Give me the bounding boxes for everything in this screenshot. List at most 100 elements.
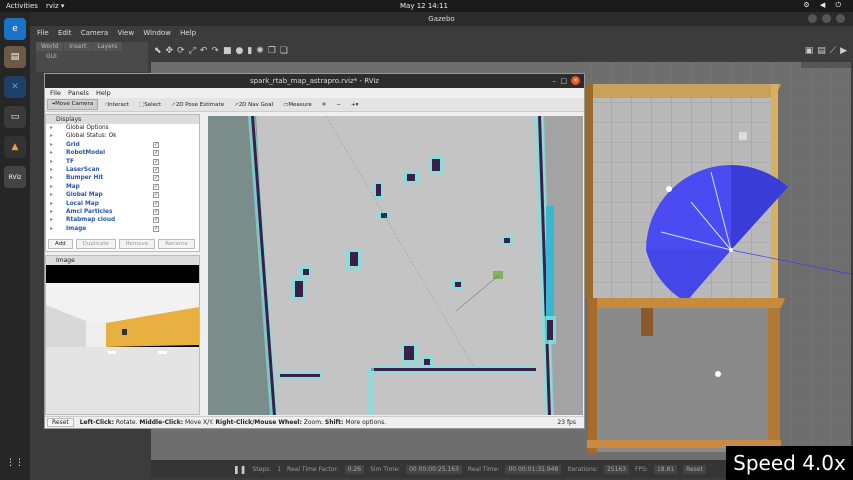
gazebo-title: Gazebo xyxy=(428,15,455,23)
add-tool-icon[interactable]: +▾ xyxy=(347,101,362,109)
gazebo-icon[interactable]: ▲ xyxy=(4,136,26,158)
rviz-toolbar: ⌖Move Camera ☝Interact ⬚Select ➚2D Pose … xyxy=(45,98,584,112)
display-item-tf[interactable]: ▸ TF ✓ xyxy=(46,158,199,166)
tab-insert[interactable]: Insert xyxy=(64,42,92,51)
redo-icon[interactable]: ↷ xyxy=(211,46,219,56)
display-item-global-options[interactable]: ▸ Global Options xyxy=(46,124,199,132)
nav-goal-tool[interactable]: ➚2D Nav Goal xyxy=(230,101,277,109)
interact-tool[interactable]: ☝Interact xyxy=(100,101,133,109)
add-button[interactable]: Add xyxy=(48,239,73,249)
activities-button[interactable]: Activities xyxy=(6,2,38,10)
tab-world[interactable]: World xyxy=(36,42,64,51)
steps-label: Steps: xyxy=(252,465,272,473)
copy-icon[interactable]: ❐ xyxy=(268,46,276,56)
vscode-icon[interactable]: ✕ xyxy=(4,76,26,98)
browser-icon[interactable]: e xyxy=(4,18,26,40)
reset-time-button[interactable]: Reset xyxy=(683,464,706,474)
minimize-icon[interactable]: – xyxy=(553,74,557,88)
wall-middle xyxy=(593,298,785,308)
display-checkbox[interactable]: ✓ xyxy=(153,141,159,148)
system-top-bar: Activities rviz ▾ May 12 14:11 ⚙ ◀ ⏻ xyxy=(0,0,853,12)
display-checkbox[interactable]: ✓ xyxy=(153,225,159,232)
display-item-global-status[interactable]: ▸ Global Status: Ok xyxy=(46,132,199,140)
rotate-tool-icon[interactable]: ⟳ xyxy=(177,46,185,56)
maximize-icon[interactable] xyxy=(822,14,831,23)
reset-button[interactable]: Reset xyxy=(47,418,74,427)
display-checkbox[interactable]: ✓ xyxy=(153,166,159,173)
undo-icon[interactable]: ↶ xyxy=(200,46,208,56)
menu-window[interactable]: Window xyxy=(143,26,171,40)
plot-icon[interactable]: ⟋ xyxy=(830,46,836,56)
display-item-bumper-hit[interactable]: ▸ Bumper Hit ✓ xyxy=(46,174,199,182)
menu-help[interactable]: Help xyxy=(96,89,111,97)
gazebo-toolbar: ⬉ ✥ ⟳ ⤢ ↶ ↷ ■ ● ▮ ✺ ❐ ❏ ▣ ▤ ⟋ ▶ xyxy=(150,42,853,60)
show-apps-icon[interactable]: ⋮⋮ xyxy=(4,452,26,474)
display-checkbox[interactable]: ✓ xyxy=(153,150,159,157)
display-item-global-map[interactable]: ▸ Global Map ✓ xyxy=(46,191,199,199)
menu-camera[interactable]: Camera xyxy=(81,26,108,40)
display-checkbox[interactable]: ✓ xyxy=(153,200,159,207)
terminal-icon[interactable]: ▭ xyxy=(4,106,26,128)
record-icon[interactable]: ▤ xyxy=(817,46,826,56)
scale-tool-icon[interactable]: ⤢ xyxy=(189,46,196,56)
display-checkbox[interactable]: ✓ xyxy=(153,183,159,190)
paste-icon[interactable]: ❏ xyxy=(280,46,288,56)
iterations-value: 25163 xyxy=(603,464,630,474)
display-checkbox[interactable]: ✓ xyxy=(153,217,159,224)
tab-layers[interactable]: Layers xyxy=(92,42,123,51)
display-checkbox[interactable]: ✓ xyxy=(153,192,159,199)
display-item-robotmodel[interactable]: ▸ RobotModel ✓ xyxy=(46,149,199,157)
rviz-title: spark_rtab_map_astrapro.rviz* - RViz xyxy=(250,77,379,85)
minimize-icon[interactable] xyxy=(808,14,817,23)
display-checkbox[interactable]: ✓ xyxy=(153,175,159,182)
pause-icon[interactable]: ❚❚ xyxy=(233,465,246,474)
select-tool[interactable]: ⬚Select xyxy=(135,101,165,109)
remove-tool-icon[interactable]: − xyxy=(332,101,345,109)
system-tray[interactable]: ⚙ ◀ ⏻ xyxy=(803,1,845,10)
real-time-value: 00 00:01:31.948 xyxy=(505,464,562,474)
display-checkbox[interactable]: ✓ xyxy=(153,208,159,215)
fps-counter: 23 fps xyxy=(557,419,576,426)
cylinder-shape-icon[interactable]: ▮ xyxy=(247,46,252,56)
menu-file[interactable]: File xyxy=(50,89,61,97)
menu-view[interactable]: View xyxy=(117,26,134,40)
menu-panels[interactable]: Panels xyxy=(68,89,89,97)
clock[interactable]: May 12 14:11 xyxy=(400,2,448,10)
display-item-laserscan[interactable]: ▸ LaserScan ✓ xyxy=(46,166,199,174)
sphere-shape-icon[interactable]: ● xyxy=(235,46,243,56)
app-menu[interactable]: rviz ▾ xyxy=(46,2,64,10)
rviz-icon[interactable]: RViz xyxy=(4,166,26,188)
display-checkbox[interactable]: ✓ xyxy=(153,158,159,165)
menu-file[interactable]: File xyxy=(37,26,49,40)
menu-edit[interactable]: Edit xyxy=(58,26,72,40)
rviz-3d-view[interactable] xyxy=(208,116,583,415)
display-item-map[interactable]: ▸ Map ✓ xyxy=(46,183,199,191)
maximize-icon[interactable]: □ xyxy=(560,74,567,88)
menu-help[interactable]: Help xyxy=(180,26,196,40)
translate-tool-icon[interactable]: ✥ xyxy=(166,46,174,56)
map-drawing xyxy=(208,116,583,415)
display-item-image[interactable]: ▸ Image ✓ xyxy=(46,225,199,233)
rename-button[interactable]: Rename xyxy=(158,239,195,249)
measure-tool[interactable]: ▭Measure xyxy=(279,101,316,109)
video-icon[interactable]: ▶ xyxy=(840,46,847,56)
iterations-label: Iterations: xyxy=(567,465,598,473)
move-camera-tool[interactable]: ⌖Move Camera xyxy=(47,99,99,110)
close-icon[interactable]: × xyxy=(571,76,580,85)
select-tool-icon[interactable]: ⬉ xyxy=(154,46,162,56)
box-shape-icon[interactable]: ■ xyxy=(223,46,232,56)
focus-camera-tool[interactable]: ✛ xyxy=(318,101,331,109)
display-item-local-map[interactable]: ▸ Local Map ✓ xyxy=(46,200,199,208)
pose-estimate-tool[interactable]: ➚2D Pose Estimate xyxy=(167,101,228,109)
light-icon[interactable]: ✺ xyxy=(256,46,264,56)
files-icon[interactable]: ▤ xyxy=(4,46,26,68)
gui-tree-item[interactable]: GUI xyxy=(36,51,148,62)
remove-button[interactable]: Remove xyxy=(118,239,156,249)
steps-value[interactable]: 1 xyxy=(277,466,281,473)
duplicate-button[interactable]: Duplicate xyxy=(75,239,116,249)
close-icon[interactable] xyxy=(836,14,845,23)
display-item-rtabmap-cloud[interactable]: ▸ Rtabmap cloud ✓ xyxy=(46,216,199,224)
display-item-grid[interactable]: ▸ Grid ✓ xyxy=(46,141,199,149)
display-item-amcl-particles[interactable]: ▸ Amcl Particles ✓ xyxy=(46,208,199,216)
screenshot-icon[interactable]: ▣ xyxy=(805,46,814,56)
